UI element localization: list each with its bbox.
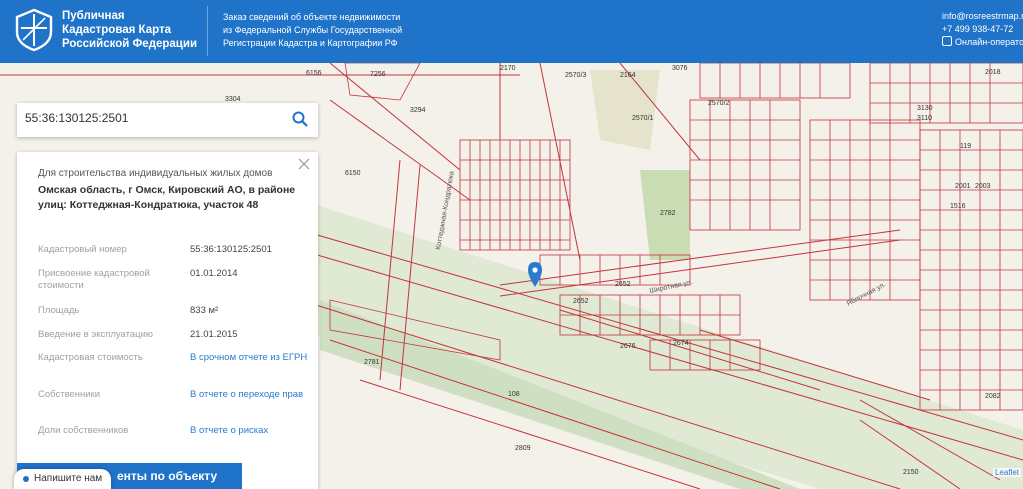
parcel-label: 2674	[673, 340, 689, 347]
parcel-label: 3076	[672, 65, 688, 72]
parcel-info-panel: Для строительства индивидуальных жилых д…	[17, 152, 318, 489]
parcel-label: 2164	[620, 72, 636, 79]
parcel-label: 2570/3	[565, 72, 587, 79]
parcel-label: 3294	[410, 107, 426, 114]
parcel-label: 6156	[306, 70, 322, 77]
risk-report-link[interactable]: В отчете о рисках	[190, 425, 310, 437]
search-icon[interactable]	[292, 111, 308, 127]
site-header: Публичная Кадастровая Карта Российской Ф…	[0, 0, 1023, 63]
parcel-label: 2570/2	[708, 100, 730, 107]
close-icon[interactable]	[298, 158, 310, 170]
chat-link[interactable]: Онлайн-оператор	[942, 36, 1023, 49]
parcel-label: 2782	[660, 210, 676, 217]
parcel-label: 2809	[515, 445, 531, 452]
parcel-label: 108	[508, 391, 520, 398]
parcel-label: 2150	[903, 469, 919, 476]
parcel-label: 7256	[370, 71, 386, 78]
parcel-label: 1516	[950, 203, 966, 210]
parcel-label: 2652	[615, 281, 631, 288]
header-contacts: info@rosreestrmap.ru +7 499 938-47-72 Он…	[942, 10, 1023, 49]
parcel-label: 3304	[225, 96, 241, 103]
parcel-label: 3130	[917, 105, 933, 112]
parcel-label: 2676	[620, 343, 636, 350]
search-input[interactable]	[25, 111, 285, 125]
write-us-button[interactable]: Напишите нам	[14, 469, 112, 489]
email-link[interactable]: info@rosreestrmap.ru	[942, 10, 1023, 23]
header-divider	[207, 6, 208, 56]
chat-icon	[942, 36, 952, 46]
parcel-label: 3110	[917, 115, 932, 122]
parcel-label: 2570/1	[632, 115, 654, 122]
parcel-label: 6150	[345, 170, 361, 177]
emblem-icon[interactable]	[14, 8, 54, 52]
transfer-report-link[interactable]: В отчете о переходе прав	[190, 389, 310, 401]
phone-link[interactable]: +7 499 938-47-72	[942, 23, 1022, 36]
parcel-label: 2001	[955, 183, 971, 190]
parcel-type: Для строительства индивидуальных жилых д…	[38, 168, 273, 179]
parcel-label: 2018	[985, 69, 1001, 76]
leaflet-attribution[interactable]: Leaflet	[992, 468, 1021, 477]
parcel-label: 2781	[364, 359, 380, 366]
urgent-report-link[interactable]: В срочном отчете из ЕГРН	[190, 352, 310, 364]
parcel-address: Омская область, г Омск, Кировский АО, в …	[38, 184, 296, 211]
search-box	[17, 103, 318, 137]
parcel-label: 119	[960, 143, 971, 150]
parcel-label: 2170	[500, 65, 516, 72]
parcel-label: 2082	[985, 393, 1001, 400]
brand-title[interactable]: Публичная Кадастровая Карта Российской Ф…	[62, 9, 202, 51]
parcel-label: 2652	[573, 298, 589, 305]
parcel-label: 2003	[975, 183, 991, 190]
header-description: Заказ сведений об объекте недвижимости и…	[223, 12, 403, 48]
